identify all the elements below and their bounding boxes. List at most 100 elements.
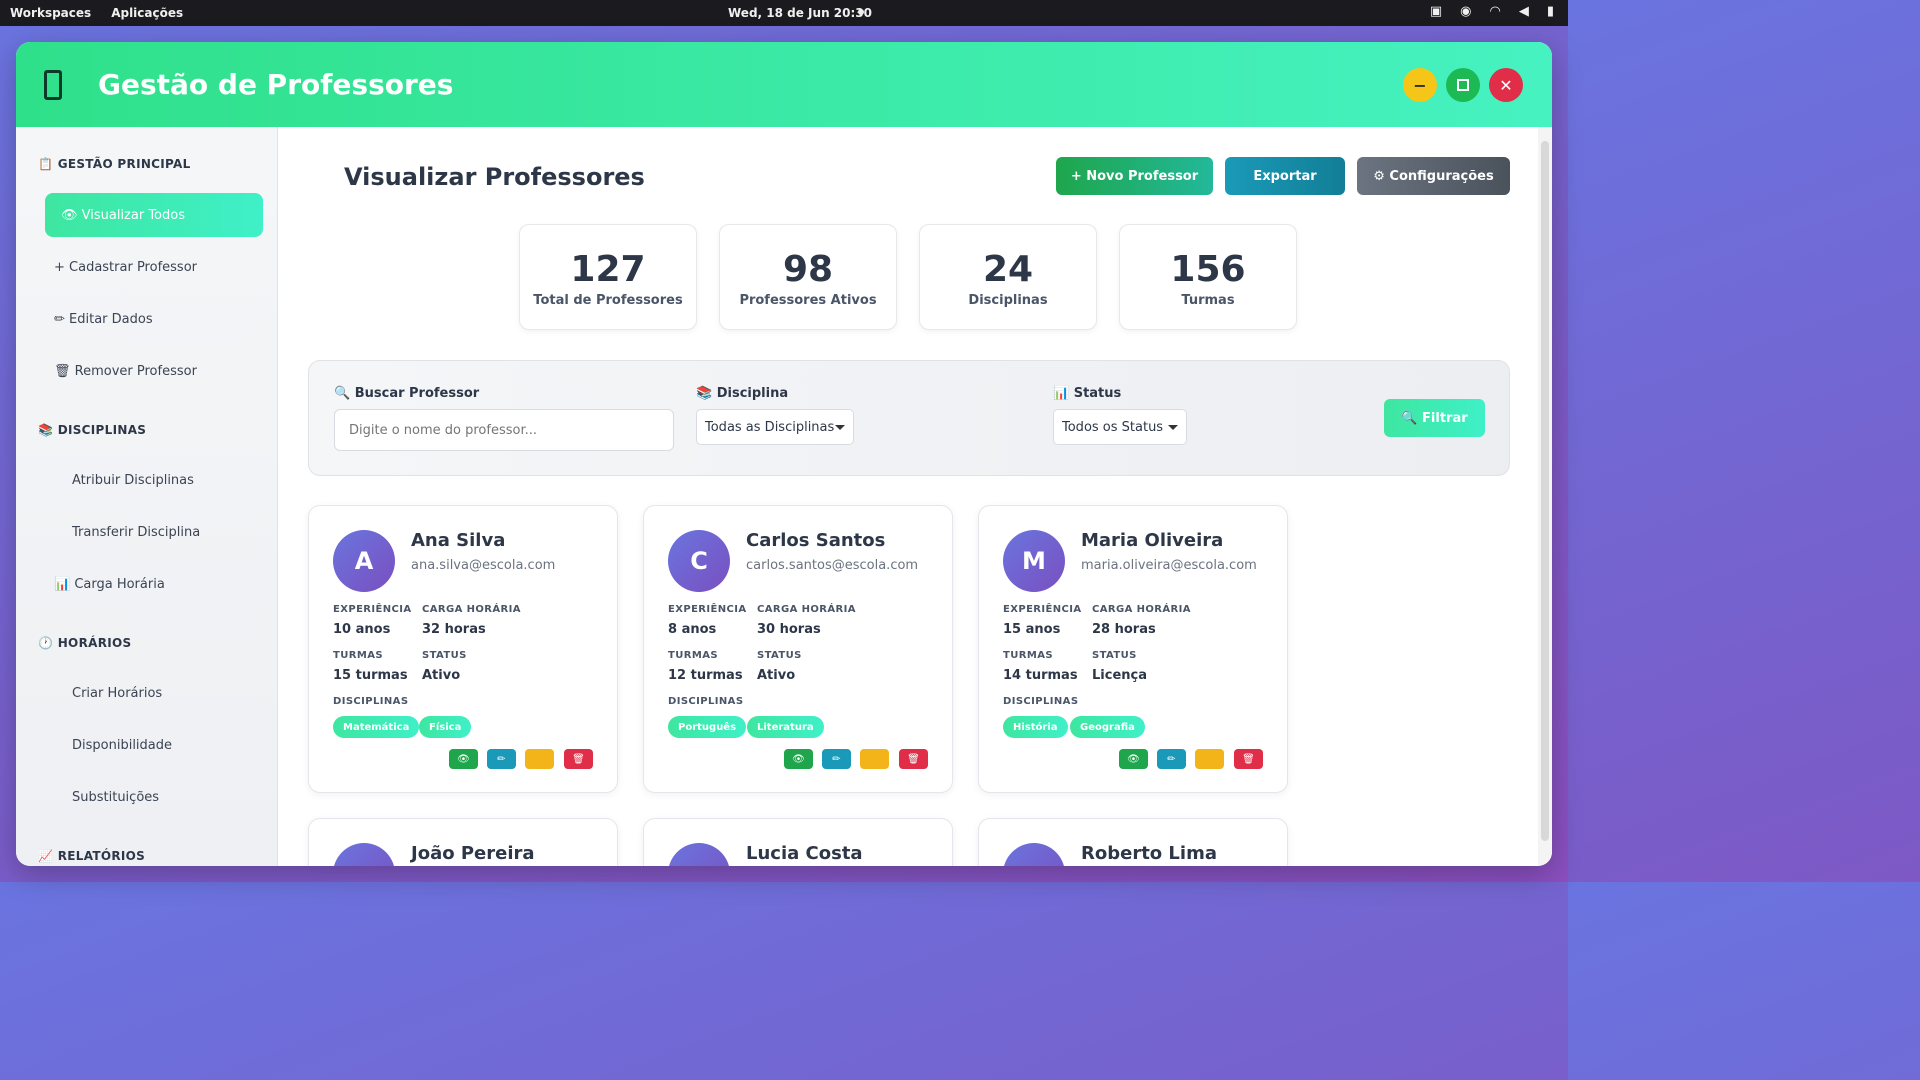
discipline-tag: Geografia: [1070, 716, 1145, 738]
scrollbar-thumb[interactable]: [1541, 141, 1549, 841]
transfer-button[interactable]: [525, 749, 554, 769]
experiencia-label: EXPERIÊNCIA: [668, 604, 747, 615]
edit-button[interactable]: ✏: [1157, 749, 1186, 769]
turmas-value: 12 turmas: [668, 668, 743, 683]
teacher-email: maria.oliveira@escola.com: [1081, 558, 1257, 573]
stat-value: 127: [570, 249, 646, 290]
stat-label: Disciplinas: [968, 293, 1048, 308]
delete-button[interactable]: 🗑: [564, 749, 593, 769]
filtrar-button[interactable]: 🔍 Filtrar: [1384, 399, 1485, 437]
sidebar-item-editar[interactable]: ✏ Editar Dados: [54, 312, 153, 327]
screen-icon[interactable]: ▣: [1430, 4, 1442, 19]
sidebar-section-disciplinas: 📚 DISCIPLINAS: [38, 423, 147, 437]
status-field-label: STATUS: [757, 650, 802, 661]
sidebar-item-criar-horarios[interactable]: Criar Horários: [72, 686, 162, 701]
turmas-value: 15 turmas: [333, 668, 408, 683]
stat-label: Professores Ativos: [739, 293, 877, 308]
disciplinas-label: DISCIPLINAS: [668, 696, 744, 707]
maximize-icon: [1457, 79, 1469, 91]
disciplina-select[interactable]: Todas as Disciplinas: [696, 409, 854, 445]
discipline-tag: Física: [419, 716, 472, 738]
experiencia-value: 8 anos: [668, 622, 717, 637]
teacher-email: carlos.santos@escola.com: [746, 558, 919, 573]
disciplinas-label: DISCIPLINAS: [333, 696, 409, 707]
battery-icon[interactable]: ▮: [1547, 4, 1554, 19]
filter-panel: 🔍 Buscar Professor 📚 Disciplina Todas as…: [308, 360, 1510, 476]
minimize-button[interactable]: −: [1403, 68, 1437, 102]
teacher-card[interactable]: C Carlos Santos carlos.santos@escola.com…: [643, 505, 953, 793]
view-button[interactable]: 👁: [449, 749, 478, 769]
sidebar-item-carga-horaria[interactable]: 📊 Carga Horária: [54, 577, 165, 592]
stat-card-ativos: 98 Professores Ativos: [719, 224, 897, 330]
notification-dot: [858, 9, 864, 15]
system-top-bar: Workspaces Aplicações Wed, 18 de Jun 20:…: [0, 0, 1568, 26]
carga-label: CARGA HORÁRIA: [1092, 604, 1191, 615]
teacher-card[interactable]: M Maria Oliveira maria.oliveira@escola.c…: [978, 505, 1288, 793]
sidebar-item-atribuir[interactable]: Atribuir Disciplinas: [72, 473, 194, 488]
status-select-value: Todos os Status: [1062, 419, 1164, 435]
avatar: M: [1003, 530, 1065, 592]
discipline-tag: Matemática: [333, 716, 420, 738]
page-title: Visualizar Professores: [344, 163, 645, 191]
avatar: [333, 843, 395, 866]
turmas-value: 14 turmas: [1003, 668, 1078, 683]
system-clock[interactable]: Wed, 18 de Jun 20:30: [728, 6, 872, 20]
teacher-card[interactable]: João Pereira: [308, 818, 618, 866]
configuracoes-button[interactable]: ⚙ Configurações: [1357, 157, 1510, 195]
stat-card-turmas: 156 Turmas: [1119, 224, 1297, 330]
status-select[interactable]: Todos os Status: [1053, 409, 1187, 445]
delete-button[interactable]: 🗑: [1234, 749, 1263, 769]
carga-value: 32 horas: [422, 622, 486, 637]
status-value: Ativo: [757, 668, 796, 683]
exportar-button[interactable]: Exportar: [1225, 157, 1345, 195]
avatar: C: [668, 530, 730, 592]
disciplina-select-value: Todas as Disciplinas: [705, 419, 835, 435]
delete-button[interactable]: 🗑: [899, 749, 928, 769]
view-button[interactable]: 👁: [1119, 749, 1148, 769]
teacher-card[interactable]: A Ana Silva ana.silva@escola.com EXPERIÊ…: [308, 505, 618, 793]
sidebar-item-visualizar-todos[interactable]: 👁 Visualizar Todos: [45, 193, 263, 237]
stat-value: 156: [1170, 249, 1246, 290]
status-field-label: STATUS: [422, 650, 467, 661]
main-content: Visualizar Professores + Novo Professor …: [278, 127, 1538, 866]
sidebar-item-transferir[interactable]: Transferir Disciplina: [72, 525, 200, 540]
search-label: 🔍 Buscar Professor: [334, 386, 480, 401]
search-input[interactable]: [334, 409, 674, 451]
sidebar-item-disponibilidade[interactable]: Disponibilidade: [72, 738, 172, 753]
applications-menu[interactable]: Aplicações: [111, 6, 183, 20]
close-button[interactable]: ✕: [1489, 68, 1523, 102]
status-value: Ativo: [422, 668, 461, 683]
sidebar-section-gestao: 📋 GESTÃO PRINCIPAL: [38, 157, 191, 171]
discipline-tag: Português: [668, 716, 747, 738]
carga-label: CARGA HORÁRIA: [422, 604, 521, 615]
turmas-label: TURMAS: [1003, 650, 1053, 661]
sidebar-item-cadastrar[interactable]: + Cadastrar Professor: [54, 260, 197, 275]
title-bar: Gestão de Professores − ✕: [16, 42, 1552, 127]
experiencia-value: 15 anos: [1003, 622, 1061, 637]
maximize-button[interactable]: [1446, 68, 1480, 102]
transfer-button[interactable]: [860, 749, 889, 769]
status-field-label: STATUS: [1092, 650, 1137, 661]
discord-icon[interactable]: ◉: [1460, 4, 1471, 19]
sidebar-section-horarios: 🕐 HORÁRIOS: [38, 636, 132, 650]
window-title: Gestão de Professores: [98, 68, 454, 101]
wifi-icon[interactable]: ◠: [1490, 4, 1501, 19]
sidebar-item-substituicoes[interactable]: Substituições: [72, 790, 159, 805]
turmas-label: TURMAS: [333, 650, 383, 661]
teacher-card[interactable]: Roberto Lima: [978, 818, 1288, 866]
volume-icon[interactable]: ◀: [1519, 4, 1529, 19]
edit-button[interactable]: ✏: [822, 749, 851, 769]
novo-professor-button[interactable]: + Novo Professor: [1056, 157, 1213, 195]
edit-button[interactable]: ✏: [487, 749, 516, 769]
sidebar-section-relatorios: 📈 RELATÓRIOS: [38, 849, 146, 863]
stat-label: Turmas: [1181, 293, 1235, 308]
transfer-button[interactable]: [1195, 749, 1224, 769]
teacher-name: Ana Silva: [411, 530, 506, 551]
view-button[interactable]: 👁: [784, 749, 813, 769]
workspaces-menu[interactable]: Workspaces: [10, 6, 91, 20]
sidebar-item-remover[interactable]: 🗑 Remover Professor: [54, 364, 197, 379]
main-scrollbar[interactable]: [1538, 127, 1552, 866]
teacher-name: Carlos Santos: [746, 530, 886, 551]
stat-value: 24: [982, 249, 1034, 290]
teacher-card[interactable]: Lucia Costa: [643, 818, 953, 866]
